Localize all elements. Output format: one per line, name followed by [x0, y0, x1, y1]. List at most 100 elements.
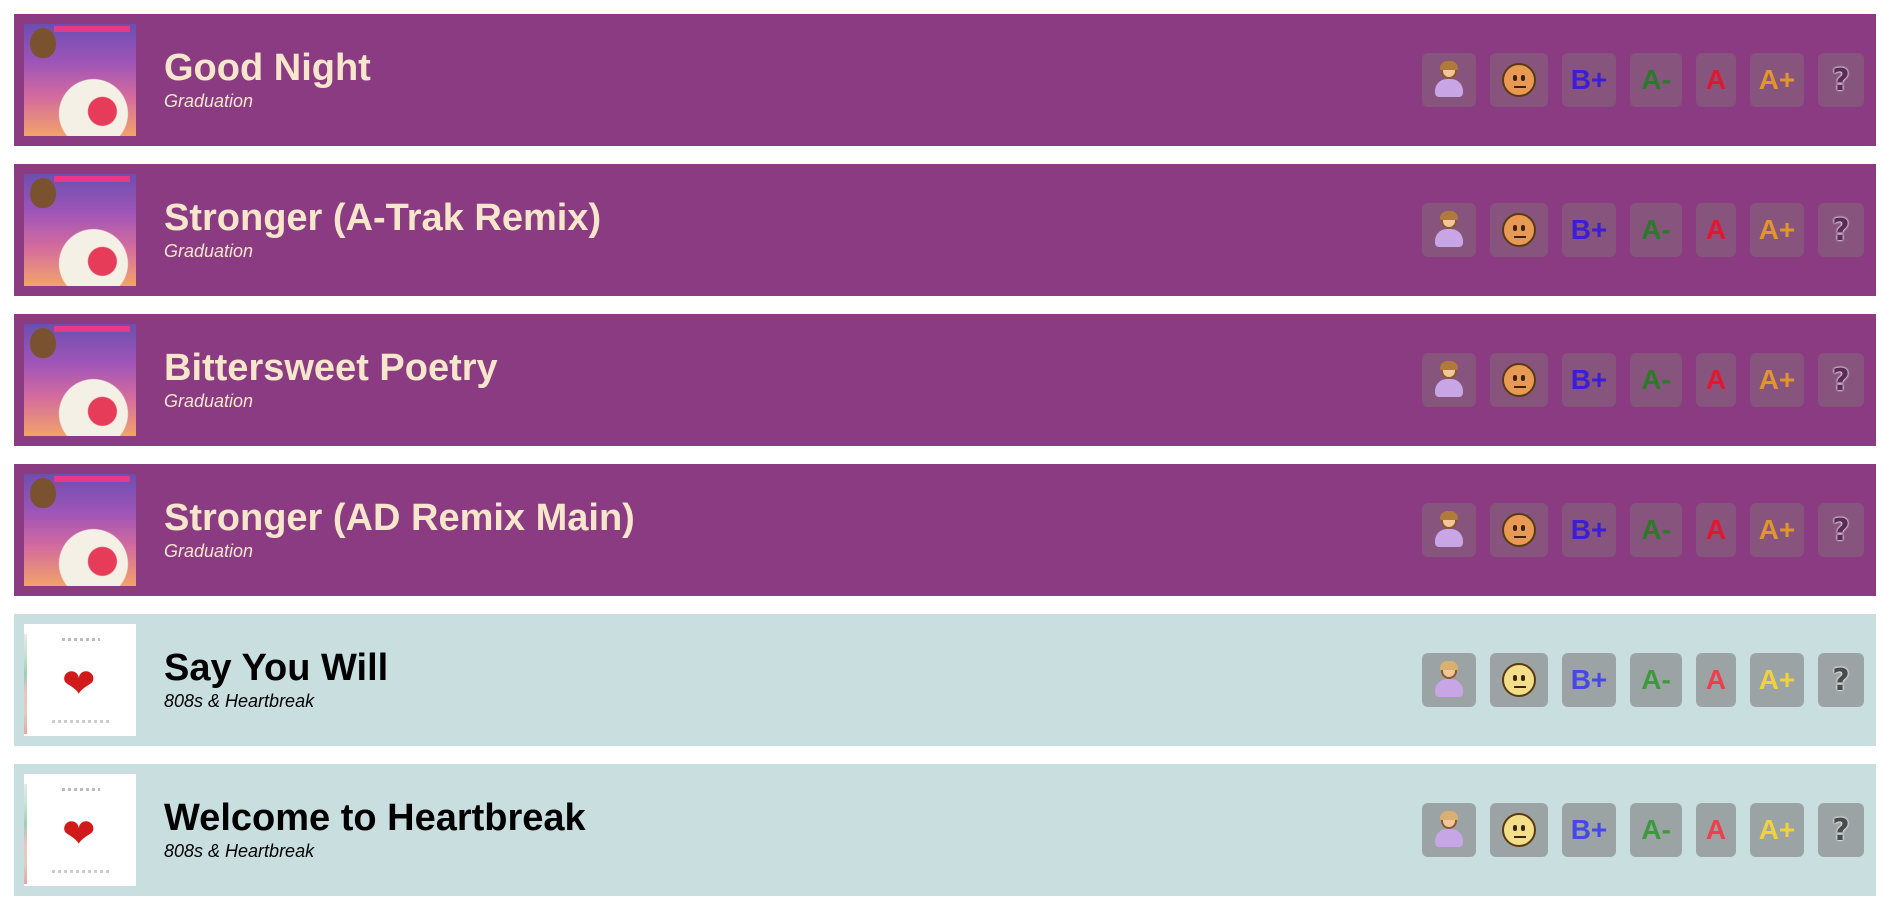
person-gesturing-no-icon [1432, 811, 1466, 849]
grade-label: B+ [1570, 364, 1608, 395]
rate-bplus-button[interactable]: B+ [1562, 503, 1616, 557]
cover-bear-art [30, 28, 56, 58]
rate-a-button[interactable]: A [1696, 653, 1736, 707]
grade-label: A+ [1758, 64, 1796, 95]
album-cover-image: ❤ [24, 774, 136, 886]
rate-unknown-button[interactable]: ? [1818, 653, 1864, 707]
rate-aplus-button[interactable]: A+ [1750, 353, 1804, 407]
track-album: Graduation [164, 241, 254, 261]
cover-stripe-art [24, 784, 27, 884]
grade-label: A [1705, 814, 1727, 845]
cover-banner-art [54, 176, 130, 182]
rate-meh-button[interactable] [1490, 53, 1548, 107]
rate-a-button[interactable]: A [1696, 803, 1736, 857]
rate-bplus-button[interactable]: B+ [1562, 53, 1616, 107]
grade-label: B+ [1570, 64, 1608, 95]
rate-aminus-button[interactable]: A- [1630, 203, 1682, 257]
rating-buttons: B+ A- A A+? [1408, 803, 1864, 857]
rate-meh-button[interactable] [1490, 803, 1548, 857]
neutral-face-icon [1502, 813, 1536, 847]
track-info: Bittersweet Poetry Graduation [164, 348, 1408, 412]
rating-buttons: B+ A- A A+? [1408, 53, 1864, 107]
track-album: Graduation [164, 91, 254, 111]
rate-meh-button[interactable] [1490, 653, 1548, 707]
rate-bplus-button[interactable]: B+ [1562, 653, 1616, 707]
grade-label: B+ [1570, 514, 1608, 545]
rate-aminus-button[interactable]: A- [1630, 353, 1682, 407]
question-mark-icon: ? [1832, 212, 1850, 248]
album-cover-image: ❤ [24, 624, 136, 736]
rate-aplus-button[interactable]: A+ [1750, 503, 1804, 557]
track-info: Say You Will 808s & Heartbreak [164, 648, 1408, 712]
rate-aminus-button[interactable]: A- [1630, 653, 1682, 707]
album-cover-image [24, 474, 136, 586]
neutral-face-icon [1502, 363, 1536, 397]
track-row: Stronger (A-Trak Remix) Graduation B+ A- A A+… [14, 164, 1876, 296]
grade-label: A [1705, 364, 1727, 395]
neutral-face-icon [1502, 663, 1536, 697]
heart-icon: ❤ [62, 812, 96, 856]
grade-label: A [1705, 664, 1727, 695]
rate-facepalm-button[interactable] [1422, 653, 1476, 707]
rate-meh-button[interactable] [1490, 353, 1548, 407]
cover-banner-art [54, 476, 130, 482]
rate-aplus-button[interactable]: A+ [1750, 653, 1804, 707]
grade-label: B+ [1570, 214, 1608, 245]
track-row: ❤ Say You Will 808s & Heartbreak B+ A- A A+? [14, 614, 1876, 746]
grade-label: A- [1641, 214, 1671, 245]
rate-aminus-button[interactable]: A- [1630, 503, 1682, 557]
rate-meh-button[interactable] [1490, 203, 1548, 257]
rate-a-button[interactable]: A [1696, 503, 1736, 557]
album-cover-image [24, 24, 136, 136]
question-mark-icon: ? [1832, 362, 1850, 398]
grade-label: A- [1641, 814, 1671, 845]
person-gesturing-no-icon [1432, 361, 1466, 399]
person-gesturing-no-icon [1432, 661, 1466, 699]
rating-buttons: B+ A- A A+? [1408, 653, 1864, 707]
rate-aminus-button[interactable]: A- [1630, 803, 1682, 857]
rate-aplus-button[interactable]: A+ [1750, 203, 1804, 257]
rate-facepalm-button[interactable] [1422, 503, 1476, 557]
rate-unknown-button[interactable]: ? [1818, 53, 1864, 107]
person-gesturing-no-icon [1432, 511, 1466, 549]
cover-text-art [62, 638, 100, 641]
neutral-face-icon [1502, 63, 1536, 97]
track-title: Bittersweet Poetry [164, 347, 498, 389]
neutral-face-icon [1502, 213, 1536, 247]
rate-bplus-button[interactable]: B+ [1562, 353, 1616, 407]
rate-facepalm-button[interactable] [1422, 53, 1476, 107]
rate-aplus-button[interactable]: A+ [1750, 53, 1804, 107]
rate-facepalm-button[interactable] [1422, 803, 1476, 857]
rate-bplus-button[interactable]: B+ [1562, 203, 1616, 257]
cover-text-art [62, 788, 100, 791]
cover-bear-art [30, 178, 56, 208]
person-gesturing-no-icon [1432, 61, 1466, 99]
rate-a-button[interactable]: A [1696, 53, 1736, 107]
rate-unknown-button[interactable]: ? [1818, 803, 1864, 857]
question-mark-icon: ? [1832, 512, 1850, 548]
rate-meh-button[interactable] [1490, 503, 1548, 557]
question-mark-icon: ? [1832, 662, 1850, 698]
rate-bplus-button[interactable]: B+ [1562, 803, 1616, 857]
rate-aplus-button[interactable]: A+ [1750, 803, 1804, 857]
track-info: Good Night Graduation [164, 48, 1408, 112]
question-mark-icon: ? [1832, 62, 1850, 98]
person-gesturing-no-icon [1432, 211, 1466, 249]
grade-label: A [1705, 214, 1727, 245]
rate-a-button[interactable]: A [1696, 203, 1736, 257]
rate-unknown-button[interactable]: ? [1818, 203, 1864, 257]
rate-unknown-button[interactable]: ? [1818, 353, 1864, 407]
cover-bear-art [30, 328, 56, 358]
track-title: Good Night [164, 47, 371, 89]
grade-label: A+ [1758, 664, 1796, 695]
rate-unknown-button[interactable]: ? [1818, 503, 1864, 557]
rate-facepalm-button[interactable] [1422, 353, 1476, 407]
rate-facepalm-button[interactable] [1422, 203, 1476, 257]
track-info: Stronger (A-Trak Remix) Graduation [164, 198, 1408, 262]
rate-a-button[interactable]: A [1696, 353, 1736, 407]
track-info: Welcome to Heartbreak 808s & Heartbreak [164, 798, 1408, 862]
track-list: Good Night Graduation B+ A- A A+? Stronger (A-… [14, 14, 1876, 914]
cover-text-art [52, 720, 112, 723]
rate-aminus-button[interactable]: A- [1630, 53, 1682, 107]
grade-label: A- [1641, 364, 1671, 395]
